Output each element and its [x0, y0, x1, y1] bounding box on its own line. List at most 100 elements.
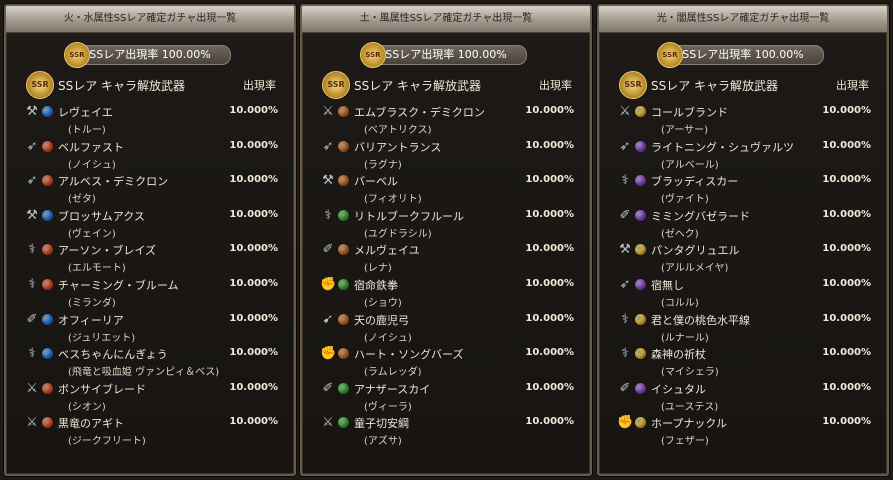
- character-name: (ユーステス): [661, 401, 719, 413]
- staff-icon: ⚕: [621, 346, 629, 362]
- weapon-rate: 10.000%: [525, 208, 574, 220]
- staff-icon: ⚕: [28, 242, 36, 258]
- list-header-rate: 出現率: [243, 79, 276, 92]
- weapon-rate: 10.000%: [822, 312, 871, 324]
- weapon-row: ✐ イシュタル 10.000% (ユーステス): [599, 379, 887, 414]
- light-element-icon: [635, 348, 646, 360]
- weapon-name: ホープナックル: [651, 417, 728, 431]
- ssr-badge-icon: SSR: [64, 42, 90, 68]
- spear-icon: ➶: [619, 138, 631, 154]
- weapon-rate: 10.000%: [822, 208, 871, 220]
- list-header-rate: 出現率: [836, 79, 869, 92]
- sword-icon: ⚔: [619, 104, 631, 119]
- character-name: (ユグドラシル): [364, 228, 432, 240]
- list-header: SSR SSレア キャラ解放武器 出現率: [302, 69, 590, 99]
- weapon-name: パンタグリュエル: [651, 244, 740, 258]
- ssr-badge-icon: SSR: [322, 71, 350, 99]
- weapon-row: ✐ メルヴェイユ 10.000% (レナ): [302, 240, 590, 275]
- character-name: (ゼタ): [68, 194, 96, 206]
- list-header-label: SSレア キャラ解放武器: [58, 79, 186, 93]
- weapon-row: ⚕ チャーミング・ブルーム 10.000% (ミランダ): [6, 275, 294, 310]
- weapon-row: ✐ アナザースカイ 10.000% (ヴィーラ): [302, 379, 590, 414]
- character-name: (アズサ): [364, 436, 402, 448]
- weapon-name: ライトニング・シュヴァルツ: [651, 140, 794, 154]
- spear-icon: ➶: [26, 173, 38, 189]
- staff-icon: ⚕: [324, 207, 332, 223]
- earth-element-icon: [338, 244, 349, 256]
- weapon-name: 天の鹿児弓: [354, 313, 409, 327]
- bow-icon: ➹: [322, 311, 334, 327]
- weapon-row: ➶ 宿無し 10.000% (コルル): [599, 275, 887, 310]
- weapon-row: ➶ ベルファスト 10.000% (ノイシュ): [6, 137, 294, 172]
- ssr-badge-icon: SSR: [26, 71, 54, 99]
- weapon-row: ⚒ レヴェイエ 10.000% (トルー): [6, 102, 294, 137]
- fist-icon: ✊: [320, 276, 337, 292]
- weapon-row: ✐ ミミングバゼラード 10.000% (ゼヘク): [599, 206, 887, 241]
- ssr-rate-pill: SSR SSレア出現率 100.00%: [64, 42, 231, 68]
- weapon-name: ハート・ソングバーズ: [354, 348, 464, 362]
- list-header: SSR SSレア キャラ解放武器 出現率: [599, 69, 887, 99]
- weapon-rate: 10.000%: [525, 139, 574, 151]
- light-element-icon: [635, 244, 646, 256]
- weapon-name: メルヴェイユ: [354, 244, 420, 258]
- panel-title: 火・水属性SSレア確定ガチャ出現一覧: [6, 6, 294, 33]
- character-name: (コルル): [661, 297, 699, 309]
- character-name: (トルー): [68, 125, 106, 136]
- ssr-badge-icon: SSR: [619, 71, 647, 99]
- weapon-row: ⚕ ベスちゃんにんぎょう 10.000% (飛竜と吸血姫 ヴァンピィ＆ベス): [6, 344, 294, 379]
- character-name: (ヴァイト): [661, 194, 709, 206]
- water-element-icon: [42, 209, 53, 221]
- staff-icon: ⚕: [28, 346, 36, 362]
- fist-icon: ✊: [617, 415, 634, 431]
- weapon-rate: 10.000%: [822, 381, 871, 393]
- water-element-icon: [42, 348, 53, 360]
- sword-icon: ⚔: [26, 415, 38, 431]
- gun-icon: ✐: [322, 242, 334, 258]
- list-header-label: SSレア キャラ解放武器: [354, 79, 482, 93]
- weapon-rate: 10.000%: [822, 277, 871, 289]
- character-name: (ゼヘク): [661, 228, 699, 240]
- weapon-row: ⚒ パンタグリュエル 10.000% (アルルメイヤ): [599, 240, 887, 275]
- weapon-name: 森神の祈杖: [651, 348, 706, 362]
- weapon-row: ✊ 宿命鉄拳 10.000% (ショウ): [302, 275, 590, 310]
- weapon-name: 君と僕の桃色水平線: [651, 313, 750, 327]
- weapon-rate: 10.000%: [525, 277, 574, 289]
- list-header-rate: 出現率: [539, 79, 572, 92]
- character-name: (アーサー): [661, 125, 709, 136]
- weapon-row: ⚔ 黒竜のアギト 10.000% (ジークフリート): [6, 413, 294, 448]
- earth-element-icon: [338, 106, 349, 117]
- weapon-name: リトルブークフルール: [354, 209, 464, 223]
- weapon-rate: 10.000%: [229, 381, 278, 393]
- weapon-name: 宿無し: [651, 278, 684, 292]
- water-element-icon: [42, 106, 53, 117]
- ssr-badge-icon: SSR: [657, 42, 683, 68]
- character-name: (ヴェイン): [68, 228, 116, 240]
- weapon-name: ベスちゃんにんぎょう: [58, 348, 168, 362]
- weapon-rate: 10.000%: [525, 347, 574, 359]
- weapon-row: ⚔ ボンサイブレード 10.000% (シオン): [6, 379, 294, 414]
- character-name: (ラムレッダ): [364, 367, 422, 379]
- weapon-row: ✊ ハート・ソングバーズ 10.000% (ラムレッダ): [302, 344, 590, 379]
- panel-title: 光・闇属性SSレア確定ガチャ出現一覧: [599, 6, 887, 33]
- axe-icon: ⚒: [619, 242, 631, 258]
- weapon-name: コールブランド: [651, 106, 728, 119]
- weapon-rate: 10.000%: [822, 347, 871, 359]
- weapon-name: バーベル: [354, 175, 398, 189]
- weapon-row: ⚕ 森神の祈杖 10.000% (マイシェラ): [599, 344, 887, 379]
- character-name: (ヴィーラ): [364, 401, 412, 413]
- panel-title: 土・風属性SSレア確定ガチャ出現一覧: [302, 6, 590, 33]
- weapon-rate: 10.000%: [229, 416, 278, 428]
- dark-element-icon: [635, 278, 646, 290]
- staff-icon: ⚕: [621, 173, 629, 189]
- weapon-row: ✐ オフィーリア 10.000% (ジュリエット): [6, 310, 294, 345]
- weapon-name: アーソン・ブレイズ: [58, 244, 157, 258]
- character-name: (ジュリエット): [68, 332, 136, 344]
- sword-icon: ⚔: [322, 415, 334, 431]
- weapon-rate: 10.000%: [525, 381, 574, 393]
- weapon-rate: 10.000%: [822, 105, 871, 116]
- weapon-rate: 10.000%: [822, 174, 871, 186]
- ssr-rate-label: SSレア出現率 100.00%: [89, 48, 211, 61]
- staff-icon: ⚕: [28, 276, 36, 292]
- character-name: (飛竜と吸血姫 ヴァンピィ＆ベス): [68, 367, 220, 379]
- weapon-rate: 10.000%: [822, 416, 871, 428]
